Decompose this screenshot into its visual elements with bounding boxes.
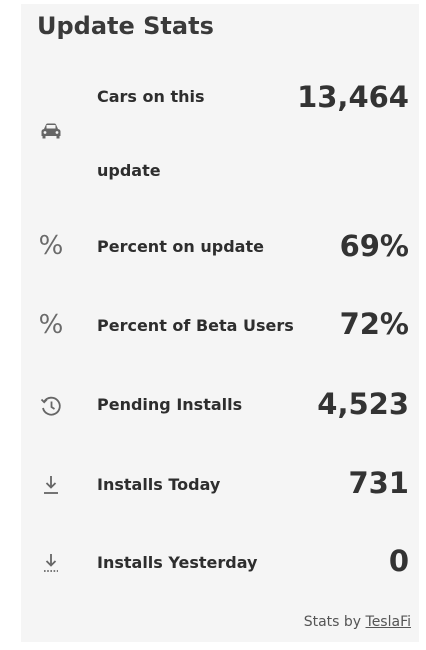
attribution-prefix: Stats by bbox=[303, 614, 362, 630]
stat-label: Installs Today bbox=[97, 475, 221, 494]
stat-label-line1: Cars on this bbox=[97, 87, 205, 106]
stat-label: Installs Yesterday bbox=[97, 553, 258, 572]
widget-title: Update Stats bbox=[37, 12, 214, 40]
stat-value: 69% bbox=[339, 229, 409, 263]
history-clock-icon bbox=[35, 390, 67, 422]
update-stats-card: Update Stats Cars on this update 13,464 … bbox=[21, 4, 419, 642]
stat-value: 731 bbox=[348, 466, 409, 500]
stat-label-line2: update bbox=[97, 161, 161, 180]
download-icon bbox=[35, 469, 67, 501]
stat-label: Pending Installs bbox=[97, 395, 243, 414]
percent-icon: % bbox=[38, 310, 64, 340]
percent-icon: % bbox=[38, 231, 64, 261]
stat-value: 0 bbox=[388, 544, 409, 578]
stat-label: Percent of Beta Users bbox=[97, 316, 294, 335]
car-icon bbox=[35, 115, 67, 147]
stat-value: 4,523 bbox=[317, 387, 409, 421]
stat-label: Percent on update bbox=[97, 237, 264, 256]
stat-value: 72% bbox=[339, 307, 409, 341]
download-dotted-icon bbox=[35, 547, 67, 579]
stat-value: 13,464 bbox=[297, 80, 409, 114]
teslafi-link[interactable]: TeslaFi bbox=[366, 614, 411, 630]
stats-attribution: Stats by TeslaFi bbox=[304, 614, 411, 630]
